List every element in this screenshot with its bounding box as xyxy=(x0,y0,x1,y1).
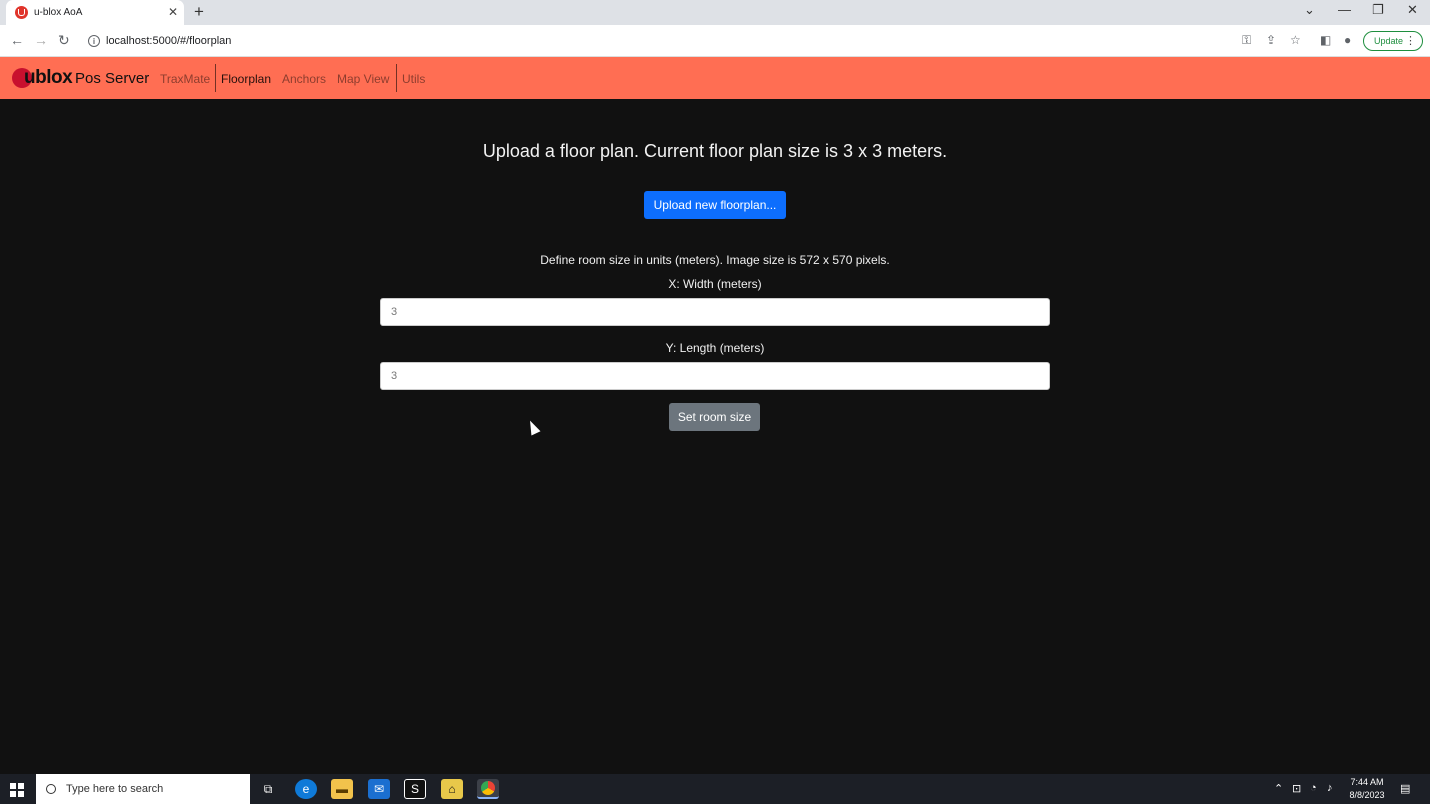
address-bar-row: ← → ↻ i localhost:5000/#/floorplan ⚿ ⇪ ☆… xyxy=(0,25,1430,57)
tab-search-icon[interactable]: ⌄ xyxy=(1304,2,1315,18)
chrome-icon[interactable] xyxy=(477,779,499,799)
nav-map-view[interactable]: Map View xyxy=(337,72,389,86)
close-window-button[interactable]: ✕ xyxy=(1407,2,1418,18)
restore-button[interactable]: ❐ xyxy=(1372,2,1384,18)
length-label: Y: Length (meters) xyxy=(665,341,765,355)
upload-floorplan-button[interactable]: Upload new floorplan... xyxy=(644,191,786,219)
search-icon xyxy=(46,784,56,794)
tray-device-icon[interactable]: ⊡ xyxy=(1292,782,1301,795)
mouse-cursor-icon xyxy=(525,418,541,436)
tab-title: u-blox AoA xyxy=(34,7,83,18)
clock-date: 8/8/2023 xyxy=(1349,790,1385,800)
task-view-icon[interactable]: ⧉ xyxy=(257,779,279,799)
notifications-icon[interactable]: ▤ xyxy=(1400,782,1410,795)
update-label: Update xyxy=(1374,36,1404,46)
nav-divider xyxy=(215,64,216,92)
width-input[interactable] xyxy=(380,298,1050,326)
site-info-icon[interactable]: i xyxy=(88,35,100,47)
windows-start-icon[interactable] xyxy=(10,783,24,797)
side-panel-icon[interactable]: ◧ xyxy=(1320,33,1331,47)
set-room-size-button[interactable]: Set room size xyxy=(669,403,760,431)
brand-subtitle[interactable]: Pos Server xyxy=(75,70,149,87)
minimize-button[interactable]: — xyxy=(1338,2,1351,17)
nav-floorplan[interactable]: Floorplan xyxy=(221,72,271,86)
menu-dots-icon[interactable]: ⋮ xyxy=(1405,34,1416,47)
url-field[interactable]: i localhost:5000/#/floorplan xyxy=(84,30,1234,52)
taskbar-clock[interactable]: 7:44 AM 8/8/2023 xyxy=(1344,776,1390,802)
volume-icon[interactable]: ♪ xyxy=(1327,782,1333,794)
password-key-icon[interactable]: ⚿ xyxy=(1242,33,1251,48)
forward-arrow-icon[interactable]: → xyxy=(34,32,48,48)
nav-utils[interactable]: Utils xyxy=(402,72,425,86)
nav-divider xyxy=(396,64,397,92)
taskbar-search-placeholder: Type here to search xyxy=(66,783,164,795)
file-explorer-icon[interactable]: ▬ xyxy=(331,779,353,799)
browser-tab-bar: u-blox AoA ✕ + ⌄ — ❐ ✕ xyxy=(0,0,1430,25)
ublox-favicon-icon xyxy=(15,6,28,19)
taskbar-search-box[interactable]: Type here to search xyxy=(36,774,250,804)
browser-tab[interactable]: u-blox AoA ✕ xyxy=(6,0,184,25)
python-app-icon[interactable]: ⌂ xyxy=(441,779,463,799)
nav-anchors[interactable]: Anchors xyxy=(282,72,326,86)
back-arrow-icon[interactable]: ← xyxy=(10,32,24,48)
new-tab-button[interactable]: + xyxy=(194,2,204,22)
width-label: X: Width (meters) xyxy=(668,277,762,291)
clock-time: 7:44 AM xyxy=(1350,777,1384,787)
url-text: localhost:5000/#/floorplan xyxy=(106,35,232,47)
bookmark-star-icon[interactable]: ☆ xyxy=(1290,33,1301,47)
page-headline: Upload a floor plan. Current floor plan … xyxy=(482,141,948,161)
profile-icon[interactable]: ● xyxy=(1344,33,1351,47)
tray-chevron-icon[interactable]: ⌃ xyxy=(1274,782,1283,795)
edge-icon[interactable]: e xyxy=(295,779,317,799)
length-input[interactable] xyxy=(380,362,1050,390)
nav-traxmate[interactable]: TraxMate xyxy=(160,72,210,86)
share-icon[interactable]: ⇪ xyxy=(1266,33,1276,47)
reload-icon[interactable]: ↻ xyxy=(58,32,70,49)
update-button[interactable]: Update ⋮ xyxy=(1363,31,1423,51)
tab-close-icon[interactable]: ✕ xyxy=(168,5,178,19)
network-icon[interactable]: ◔ xyxy=(1310,782,1317,794)
s-app-icon[interactable]: S xyxy=(404,779,426,799)
room-size-description: Define room size in units (meters). Imag… xyxy=(540,253,890,267)
brand-logo[interactable]: ublox xyxy=(24,67,73,89)
mail-icon[interactable]: ✉ xyxy=(368,779,390,799)
